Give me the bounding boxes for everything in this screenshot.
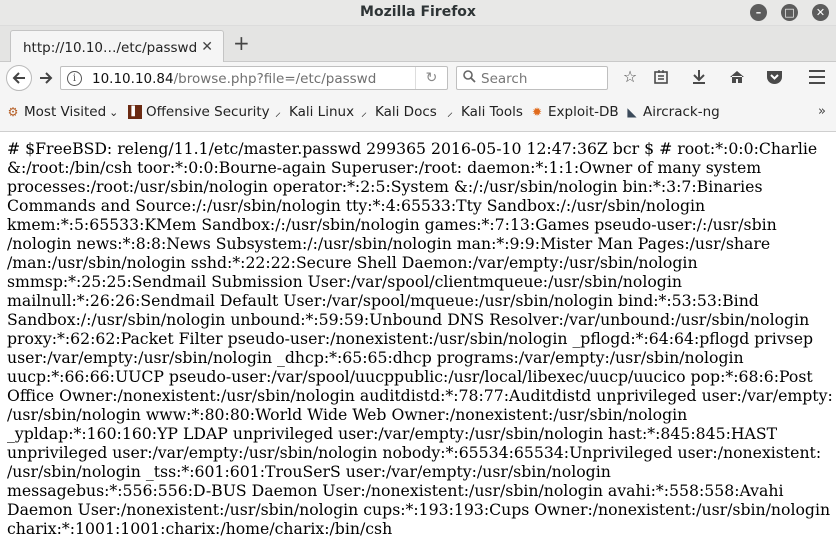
bookmark-offensive-security[interactable]: ▌ Offensive Security bbox=[128, 104, 270, 120]
bookmark-star-icon[interactable]: ☆ bbox=[619, 66, 641, 88]
navigation-bar: i 10.10.10.84/browse.php?file=/etc/passw… bbox=[0, 62, 836, 94]
bookmark-label: Exploit-DB bbox=[548, 104, 619, 120]
kali-dragon-icon: ⸝ bbox=[274, 105, 281, 119]
passwd-line: uucp:*:66:66:UUCP pseudo-user:/var/spool… bbox=[7, 367, 813, 386]
bookmark-exploit-db[interactable]: ✹ Exploit-DB bbox=[530, 104, 619, 120]
search-placeholder: Search bbox=[481, 71, 528, 87]
bookmark-most-visited[interactable]: ⚙ Most Visited ⌄ bbox=[6, 104, 119, 120]
passwd-line: # $FreeBSD: releng/11.1/etc/master.passw… bbox=[7, 139, 818, 158]
passwd-line: messagebus:*:556:556:D-BUS Daemon User:/… bbox=[7, 481, 784, 500]
passwd-line: user:/var/empty:/usr/sbin/nologin _dhcp:… bbox=[7, 348, 744, 367]
bookmark-label: Offensive Security bbox=[146, 104, 270, 120]
passwd-line: /man:/usr/sbin/nologin sshd:*:22:22:Secu… bbox=[7, 253, 698, 272]
search-input[interactable]: Search bbox=[456, 66, 608, 90]
search-icon bbox=[463, 70, 476, 87]
bookmark-label: Kali Tools bbox=[461, 104, 523, 120]
passwd-line: smmsp:*:25:25:Sendmail Submission User:/… bbox=[7, 272, 682, 291]
bookmark-kali-tools[interactable]: ⸝ Kali Tools bbox=[443, 104, 523, 120]
exploitdb-icon: ✹ bbox=[531, 105, 543, 119]
back-button[interactable] bbox=[6, 65, 32, 91]
tab-strip: http://10.10…/etc/passwd ✕ + bbox=[0, 26, 836, 63]
home-icon[interactable] bbox=[726, 66, 748, 88]
downloads-icon[interactable] bbox=[688, 66, 710, 88]
passwd-line: processes:/root:/usr/sbin/nologin operat… bbox=[7, 177, 763, 196]
passwd-line: /usr/sbin/nologin _tss:*:601:601:TrouSer… bbox=[7, 462, 611, 481]
bookmark-label: Most Visited bbox=[24, 104, 107, 120]
bookmark-label: Kali Linux bbox=[289, 104, 355, 120]
reload-icon[interactable]: ↻ bbox=[415, 67, 447, 89]
bookmark-label: Aircrack-ng bbox=[643, 104, 720, 120]
window-title: Mozilla Firefox bbox=[360, 4, 476, 20]
reading-list-icon[interactable] bbox=[650, 66, 672, 88]
url-host: 10.10.10.84 bbox=[92, 71, 174, 87]
passwd-line: proxy:*:62:62:Packet Filter pseudo-user:… bbox=[7, 329, 814, 348]
maximize-button[interactable]: □ bbox=[781, 4, 798, 21]
offsec-icon: ▌ bbox=[128, 105, 142, 119]
tab-label: http://10.10…/etc/passwd bbox=[23, 40, 198, 56]
close-tab-icon[interactable]: ✕ bbox=[201, 39, 213, 55]
site-info-icon[interactable]: i bbox=[67, 71, 82, 86]
url-path: /browse.php?file=/etc/passwd bbox=[173, 71, 377, 87]
passwd-line: Sandbox:/:/usr/sbin/nologin unbound:*:59… bbox=[7, 310, 810, 329]
passwd-line: &:/root:/bin/csh toor:*:0:0:Bourne-again… bbox=[7, 158, 762, 177]
passwd-line: /nologin news:*:8:8:News Subsystem:/:/us… bbox=[7, 234, 771, 253]
gear-icon: ⚙ bbox=[7, 105, 19, 119]
passwd-line: Commands and Source:/:/usr/sbin/nologin … bbox=[7, 196, 706, 215]
passwd-line: unprivileged user:/var/empty:/usr/sbin/n… bbox=[7, 443, 822, 462]
passwd-line: Daemon User:/nonexistent:/usr/sbin/nolog… bbox=[7, 500, 831, 519]
minimize-button[interactable]: – bbox=[750, 4, 767, 21]
passwd-line: /usr/sbin/nologin www:*:80:80:World Wide… bbox=[7, 405, 688, 424]
forward-button[interactable] bbox=[36, 66, 56, 90]
kali-dragon-icon: ⸝ bbox=[446, 105, 453, 119]
window-titlebar: Mozilla Firefox – □ ✕ bbox=[0, 0, 836, 26]
url-bar[interactable]: i 10.10.10.84/browse.php?file=/etc/passw… bbox=[60, 66, 448, 90]
page-content: # $FreeBSD: releng/11.1/etc/master.passw… bbox=[7, 139, 833, 538]
passwd-line: charix:*:1001:1001:charix:/home/charix:/… bbox=[7, 519, 393, 538]
passwd-line: _ypldap:*:160:160:YP LDAP unprivileged u… bbox=[7, 424, 778, 443]
bookmark-aircrack-ng[interactable]: ◣ Aircrack-ng bbox=[625, 104, 720, 120]
bookmark-kali-linux[interactable]: ⸝ Kali Linux bbox=[271, 104, 354, 120]
kali-dragon-icon: ⸝ bbox=[360, 105, 367, 119]
aircrack-icon: ◣ bbox=[627, 105, 637, 119]
back-arrow-icon bbox=[12, 72, 25, 84]
bookmark-kali-docs[interactable]: ⸝ Kali Docs bbox=[357, 104, 437, 120]
passwd-line: mailnull:*:26:26:Sendmail Default User:/… bbox=[7, 291, 759, 310]
forward-arrow-icon bbox=[40, 72, 53, 84]
close-window-button[interactable]: ✕ bbox=[812, 4, 829, 21]
tab-passwd[interactable]: http://10.10…/etc/passwd ✕ bbox=[10, 30, 224, 63]
pocket-icon[interactable] bbox=[763, 66, 785, 88]
bookmarks-overflow-icon[interactable]: » bbox=[818, 104, 826, 119]
url-text[interactable]: 10.10.10.84/browse.php?file=/etc/passwd bbox=[92, 71, 376, 87]
chevron-down-icon: ⌄ bbox=[109, 105, 119, 119]
new-tab-button[interactable]: + bbox=[233, 32, 250, 54]
passwd-line: Office Owner:/nonexistent:/usr/sbin/nolo… bbox=[7, 386, 833, 405]
passwd-line: kmem:*:5:65533:KMem Sandbox:/:/usr/sbin/… bbox=[7, 215, 777, 234]
menu-hamburger-icon[interactable] bbox=[806, 66, 828, 88]
bookmark-label: Kali Docs bbox=[375, 104, 437, 120]
bookmarks-toolbar: ⚙ Most Visited ⌄ ▌ Offensive Security ⸝ … bbox=[0, 94, 836, 132]
